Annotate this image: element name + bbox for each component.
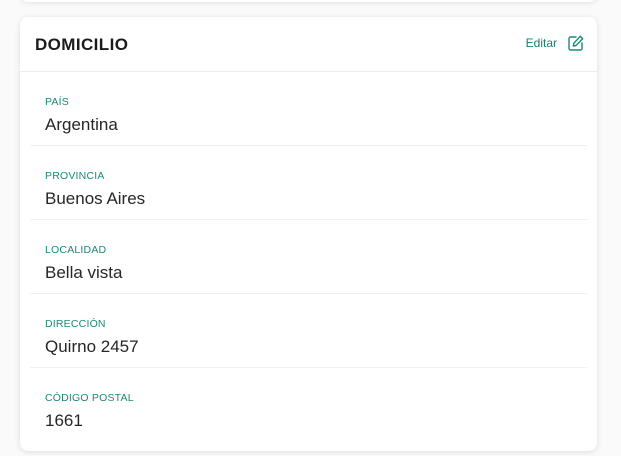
card-header: DOMICILIO Editar [20,17,597,72]
card-title: DOMICILIO [35,35,129,54]
field-label: PAÍS [45,96,69,108]
field-label: CÓDIGO POSTAL [45,392,134,404]
edit-label[interactable]: Editar [526,36,557,50]
field-label: DIRECCIÓN [45,318,106,330]
edit-icon[interactable] [567,34,585,52]
field-localidad: LOCALIDAD Bella vista [30,220,587,294]
address-fields: PAÍS Argentina PROVINCIA Buenos Aires LO… [20,72,597,441]
field-value: Quirno 2457 [45,337,139,356]
previous-card-edge [20,0,597,2]
field-provincia: PROVINCIA Buenos Aires [30,146,587,220]
field-value: Argentina [45,115,118,134]
field-label: PROVINCIA [45,170,105,182]
field-codigo-postal: CÓDIGO POSTAL 1661 [30,368,587,441]
field-value: Buenos Aires [45,189,146,208]
field-value: 1661 [45,411,83,430]
field-value: Bella vista [45,263,123,282]
field-label: LOCALIDAD [45,244,107,256]
field-pais: PAÍS Argentina [30,72,587,146]
address-card: DOMICILIO Editar PAÍS Argentina PROVINCI… [20,17,597,451]
field-direccion: DIRECCIÓN Quirno 2457 [30,294,587,368]
edit-button[interactable]: Editar [526,34,585,52]
